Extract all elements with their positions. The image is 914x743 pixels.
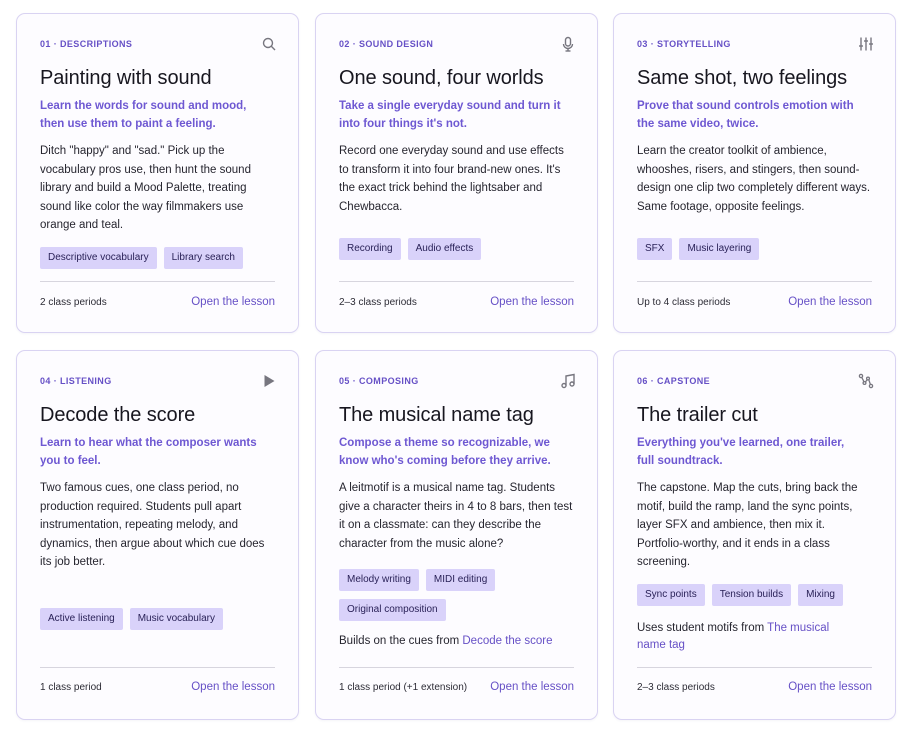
music-note-icon bbox=[560, 373, 576, 389]
card-divider bbox=[339, 281, 574, 282]
card-eyebrow: 03 · STORYTELLING bbox=[637, 39, 731, 49]
tag-list: Recording Audio effects bbox=[339, 238, 574, 260]
tag: Original composition bbox=[339, 599, 446, 621]
play-icon bbox=[261, 373, 277, 389]
class-periods: 1 class period (+1 extension) bbox=[339, 681, 468, 693]
class-periods: 2–3 class periods bbox=[339, 296, 417, 308]
card-divider bbox=[637, 667, 872, 668]
lesson-card-one-sound-four-worlds: 02 · SOUND DESIGN One sound, four worlds… bbox=[315, 13, 598, 333]
card-title: The trailer cut bbox=[637, 404, 758, 426]
card-eyebrow: 01 · DESCRIPTIONS bbox=[40, 39, 133, 49]
open-lesson-link[interactable]: Open the lesson bbox=[490, 296, 574, 308]
tag: MIDI editing bbox=[425, 569, 496, 591]
card-divider bbox=[637, 281, 872, 282]
card-eyebrow: 04 · LISTENING bbox=[40, 376, 112, 386]
class-periods: 1 class period bbox=[40, 681, 102, 693]
card-title: Painting with sound bbox=[40, 67, 212, 89]
open-lesson-link[interactable]: Open the lesson bbox=[191, 681, 275, 693]
card-footer: Up to 4 class periods Open the lesson bbox=[637, 296, 872, 308]
tag: Library search bbox=[163, 247, 243, 269]
open-lesson-link[interactable]: Open the lesson bbox=[788, 296, 872, 308]
tag-list: Melody writing MIDI editing Original com… bbox=[339, 569, 554, 621]
card-footer: 2–3 class periods Open the lesson bbox=[339, 296, 574, 308]
prerequisite-note: Builds on the cues from Decode the score bbox=[339, 633, 574, 650]
tag: Descriptive vocabulary bbox=[40, 247, 157, 269]
tag: SFX bbox=[637, 238, 673, 260]
card-title: One sound, four worlds bbox=[339, 67, 544, 89]
tag: Melody writing bbox=[339, 569, 419, 591]
card-footer: 1 class period Open the lesson bbox=[40, 681, 275, 693]
card-eyebrow: 05 · COMPOSING bbox=[339, 376, 419, 386]
lesson-card-decode-the-score: 04 · LISTENING Decode the score Learn to… bbox=[16, 350, 299, 720]
card-subtitle: Learn the words for sound and mood, then… bbox=[40, 100, 247, 130]
card-divider bbox=[339, 667, 574, 668]
card-description: Ditch "happy" and "sad." Pick up the voc… bbox=[40, 145, 251, 231]
card-description: A leitmotif is a musical name tag. Stude… bbox=[339, 482, 573, 550]
tag-list: SFX Music layering bbox=[637, 238, 872, 260]
tag: Tension builds bbox=[711, 584, 792, 606]
tag: Recording bbox=[339, 238, 401, 260]
tag: Mixing bbox=[798, 584, 843, 606]
card-footer: 2 class periods Open the lesson bbox=[40, 296, 275, 308]
search-icon bbox=[261, 36, 277, 52]
sliders-icon bbox=[858, 36, 874, 52]
card-description: The capstone. Map the cuts, bring back t… bbox=[637, 482, 858, 568]
tag-list: Descriptive vocabulary Library search bbox=[40, 247, 275, 269]
card-subtitle: Prove that sound controls emotion with t… bbox=[637, 100, 854, 130]
lesson-card-the-trailer-cut: 06 · CAPSTONE The trailer cut Everything… bbox=[613, 350, 896, 720]
card-description: Record one everyday sound and use effect… bbox=[339, 145, 564, 213]
route-icon bbox=[858, 373, 874, 389]
card-subtitle: Everything you've learned, one trailer, … bbox=[637, 437, 845, 467]
note-text: Uses student motifs from bbox=[637, 622, 768, 634]
card-subtitle: Take a single everyday sound and turn it… bbox=[339, 100, 561, 130]
tag: Music layering bbox=[679, 238, 760, 260]
card-divider bbox=[40, 667, 275, 668]
lesson-card-the-musical-name-tag: 05 · COMPOSING The musical name tag Comp… bbox=[315, 350, 598, 720]
card-footer: 1 class period (+1 extension) Open the l… bbox=[339, 681, 574, 693]
microphone-icon bbox=[560, 36, 576, 52]
note-text: Builds on the cues from bbox=[339, 635, 463, 647]
card-eyebrow: 02 · SOUND DESIGN bbox=[339, 39, 434, 49]
card-footer: 2–3 class periods Open the lesson bbox=[637, 681, 872, 693]
class-periods: Up to 4 class periods bbox=[637, 296, 731, 308]
card-title: Same shot, two feelings bbox=[637, 67, 848, 89]
card-description: Learn the creator toolkit of ambience, w… bbox=[637, 145, 871, 213]
open-lesson-link[interactable]: Open the lesson bbox=[191, 296, 275, 308]
tag: Sync points bbox=[637, 584, 705, 606]
card-title: Decode the score bbox=[40, 404, 196, 426]
open-lesson-link[interactable]: Open the lesson bbox=[490, 681, 574, 693]
tag: Music vocabulary bbox=[129, 608, 223, 630]
card-divider bbox=[40, 281, 275, 282]
card-title: The musical name tag bbox=[339, 404, 534, 426]
tag-list: Active listening Music vocabulary bbox=[40, 608, 275, 630]
tag: Active listening bbox=[40, 608, 123, 630]
card-subtitle: Learn to hear what the composer wants yo… bbox=[40, 437, 257, 467]
open-lesson-link[interactable]: Open the lesson bbox=[788, 681, 872, 693]
card-eyebrow: 06 · CAPSTONE bbox=[637, 376, 711, 386]
prerequisite-link[interactable]: Decode the score bbox=[462, 635, 552, 647]
lesson-card-same-shot-two-feelings: 03 · STORYTELLING Same shot, two feeling… bbox=[613, 13, 896, 333]
tag-list: Sync points Tension builds Mixing bbox=[637, 584, 872, 606]
card-subtitle: Compose a theme so recognizable, we know… bbox=[339, 437, 551, 467]
class-periods: 2 class periods bbox=[40, 296, 107, 308]
tag: Audio effects bbox=[407, 238, 482, 260]
class-periods: 2–3 class periods bbox=[637, 681, 715, 693]
lesson-card-painting-with-sound: 01 · DESCRIPTIONS Painting with sound Le… bbox=[16, 13, 299, 333]
card-description: Two famous cues, one class period, no pr… bbox=[40, 482, 265, 568]
prerequisite-note: Uses student motifs from The musical nam… bbox=[637, 620, 857, 654]
